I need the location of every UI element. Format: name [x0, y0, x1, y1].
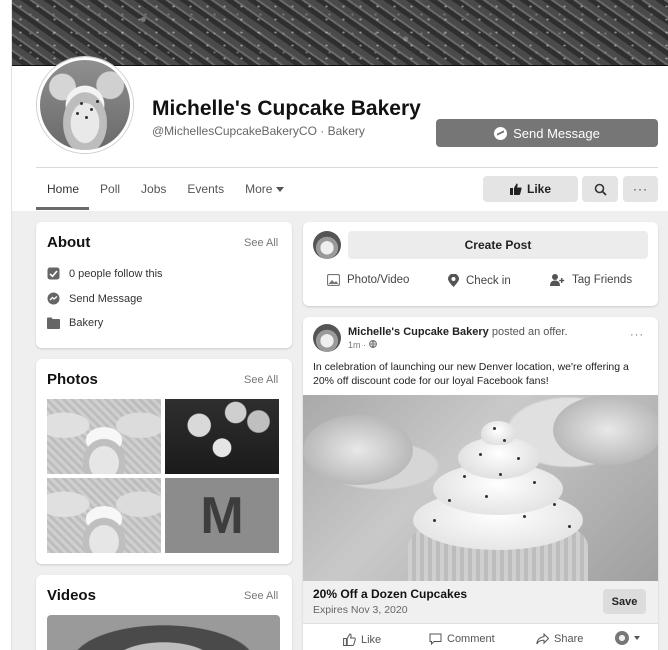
offer-details: 20% Off a Dozen Cupcakes Expires Nov 3, … [303, 581, 658, 623]
logo-letter: M [200, 486, 244, 545]
photos-grid: M [47, 399, 280, 553]
composer-avatar [313, 231, 341, 259]
post-share-label: Share [554, 633, 584, 645]
post-reactions-bar: Like Comment Share [303, 623, 658, 650]
search-button[interactable] [582, 176, 618, 202]
post-comment-button[interactable]: Comment [429, 633, 495, 645]
save-offer-button[interactable]: Save [603, 589, 646, 614]
about-category: Bakery [69, 317, 104, 329]
thumbs-up-outline-icon [343, 633, 356, 646]
photo-video-button[interactable]: Photo/Video [327, 274, 409, 286]
messenger-icon [47, 292, 60, 305]
photos-card: Photos See All M [36, 359, 292, 564]
about-message-row[interactable]: Send Message [47, 292, 142, 305]
page-avatar-small [615, 631, 629, 645]
tab-more-label: More [245, 182, 273, 196]
caret-down-icon [276, 187, 285, 192]
page-title: Michelle's Cupcake Bakery [152, 97, 421, 120]
tab-jobs[interactable]: Jobs [130, 176, 176, 210]
composer-card: Create Post Photo/Video Check in Tag Fri… [303, 222, 658, 306]
check-in-label: Check in [466, 274, 511, 287]
thumbs-up-icon [509, 183, 522, 195]
post-card: Michelle's Cupcake Bakery posted an offe… [303, 317, 658, 650]
about-title: About [47, 234, 91, 251]
check-box-icon [47, 267, 60, 280]
photo-icon [327, 274, 340, 286]
tab-poll[interactable]: Poll [89, 176, 130, 210]
about-see-all-link[interactable]: See All [244, 237, 278, 249]
share-icon [536, 633, 549, 645]
more-options-button[interactable]: ··· [623, 176, 658, 202]
comment-icon [429, 633, 442, 645]
photo-thumbnail[interactable] [47, 478, 161, 553]
tag-friends-icon [550, 274, 565, 286]
post-as-selector[interactable] [615, 631, 640, 645]
post-share-button[interactable]: Share [536, 633, 583, 645]
page-tabs: Home Poll Jobs Events More [36, 176, 294, 210]
tab-events[interactable]: Events [176, 176, 234, 210]
post-comment-label: Comment [447, 633, 495, 645]
videos-title: Videos [47, 587, 96, 604]
post-header: Michelle's Cupcake Bakery posted an offe… [348, 326, 568, 338]
photos-see-all-link[interactable]: See All [244, 374, 278, 386]
facebook-page: Michelle's Cupcake Bakery @MichellesCupc… [0, 0, 668, 650]
messenger-icon [494, 126, 508, 140]
offer-expiry: Expires Nov 3, 2020 [313, 604, 408, 616]
photo-thumbnail-logo[interactable]: M [165, 478, 279, 553]
folder-icon [47, 317, 60, 329]
about-follow-row: 0 people follow this [47, 267, 163, 280]
post-timestamp[interactable]: 1m · [348, 340, 377, 350]
post-like-button[interactable]: Like [343, 633, 381, 646]
videos-card: Videos See All [36, 575, 292, 650]
page-handle-category: @MichellesCupcakeBakeryCO · Bakery [152, 124, 365, 138]
about-card: About See All 0 people follow this Send … [36, 222, 292, 348]
tag-friends-button[interactable]: Tag Friends [550, 274, 632, 286]
post-action-text: posted an offer. [488, 326, 568, 338]
video-thumbnail[interactable] [47, 615, 280, 650]
videos-see-all-link[interactable]: See All [244, 590, 278, 602]
about-category-row: Bakery [47, 317, 103, 329]
cover-photo[interactable] [12, 0, 668, 66]
search-icon [594, 183, 607, 196]
send-message-label: Send Message [513, 125, 600, 141]
photo-thumbnail[interactable] [47, 399, 161, 474]
check-in-button[interactable]: Check in [448, 274, 511, 287]
tab-home[interactable]: Home [36, 176, 90, 210]
header-divider [36, 167, 658, 168]
follow-count: 0 people follow this [69, 267, 163, 280]
like-page-button[interactable]: Like [483, 176, 578, 202]
post-time-text: 1m · [348, 340, 369, 350]
profile-picture[interactable] [37, 57, 133, 153]
photo-thumbnail[interactable] [165, 399, 279, 474]
globe-icon [368, 340, 377, 349]
post-text: In celebration of launching our new Denv… [313, 361, 629, 387]
post-image-cupcake[interactable] [303, 395, 658, 581]
about-send-message: Send Message [69, 292, 143, 305]
create-post-button[interactable]: Create Post [348, 231, 648, 259]
send-message-button[interactable]: Send Message [436, 119, 658, 147]
post-menu-button[interactable]: ··· [630, 329, 644, 341]
tag-friends-label: Tag Friends [572, 274, 633, 286]
like-page-label: Like [526, 182, 551, 196]
post-like-label: Like [361, 633, 382, 646]
tab-more[interactable]: More [234, 176, 294, 210]
photos-title: Photos [47, 371, 98, 388]
chevron-down-icon [634, 636, 640, 640]
photo-video-label: Photo/Video [347, 274, 410, 286]
offer-title: 20% Off a Dozen Cupcakes [313, 587, 468, 601]
location-pin-icon [448, 274, 459, 287]
post-author-name[interactable]: Michelle's Cupcake Bakery [348, 326, 489, 338]
left-edge [0, 0, 12, 650]
post-author-avatar[interactable] [313, 324, 341, 352]
